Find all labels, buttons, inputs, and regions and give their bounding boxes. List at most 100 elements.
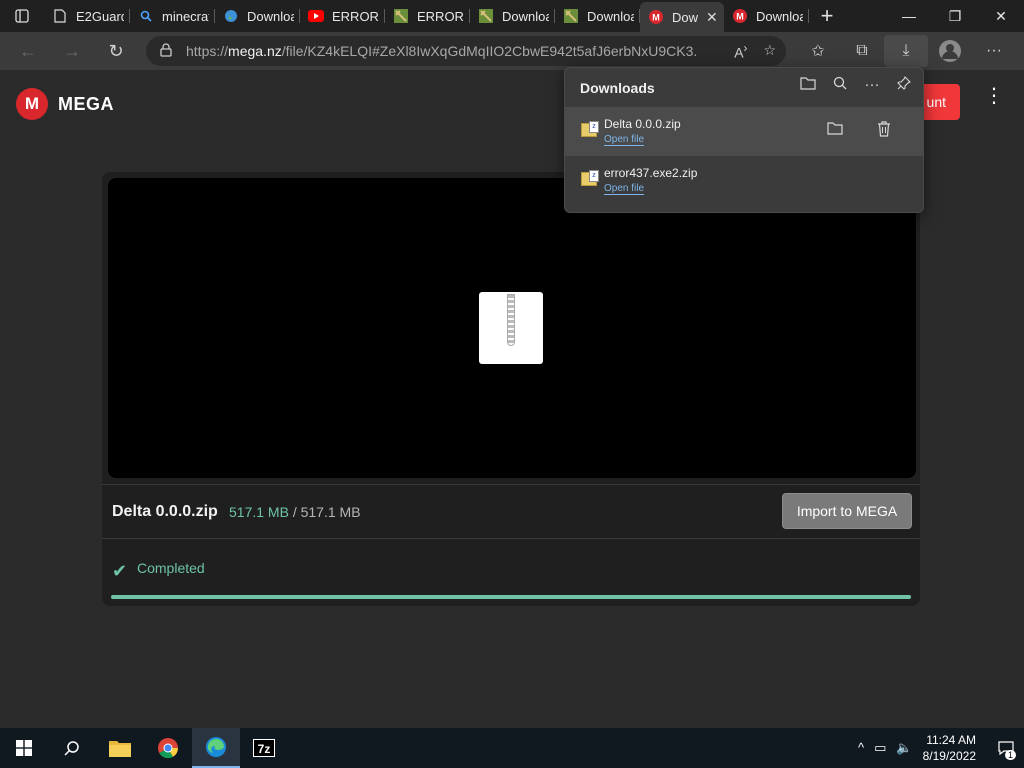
- clock-date: 8/19/2022: [922, 749, 976, 763]
- download-status-row: ✔ Completed: [102, 538, 920, 600]
- tab-title: Downloa: [502, 8, 549, 24]
- tab-title: Dow: [672, 9, 698, 25]
- search-icon: [64, 741, 79, 756]
- svg-text:M: M: [736, 12, 744, 22]
- browser-tab-active[interactable]: M Dow ✕: [640, 2, 724, 32]
- close-window-button[interactable]: ✕: [978, 0, 1024, 32]
- youtube-icon: [308, 8, 324, 24]
- document-icon: [52, 8, 68, 24]
- restore-button[interactable]: ❐: [932, 0, 978, 32]
- chrome-button[interactable]: [144, 728, 192, 768]
- browser-tab[interactable]: ERROR 4: [385, 0, 470, 32]
- tab-actions-button[interactable]: [0, 0, 44, 32]
- windows-icon: [16, 740, 32, 756]
- mega-logo-text: MEGA: [58, 93, 114, 114]
- tab-title: ERROR 4: [332, 8, 379, 24]
- chevron-up-icon[interactable]: ^: [858, 740, 864, 756]
- system-tray: ^ ▭ 🔈 11:24 AM 8/19/2022 1: [858, 728, 1024, 768]
- search-icon[interactable]: [831, 76, 849, 94]
- settings-menu-button[interactable]: ···: [972, 32, 1016, 70]
- refresh-button[interactable]: ↻: [94, 32, 138, 70]
- tab-title: Downloa: [756, 8, 803, 24]
- network-icon[interactable]: ▭: [874, 740, 886, 756]
- download-item[interactable]: Delta 0.0.0.zip Open file: [565, 107, 923, 156]
- favorites-button[interactable]: ✩: [796, 32, 840, 70]
- file-card: Delta 0.0.0.zip 517.1 MB / 517.1 MB Impo…: [102, 172, 920, 606]
- download-item[interactable]: error437.exe2.zip Open file: [565, 156, 923, 205]
- zip-file-icon: [581, 170, 599, 186]
- globe-icon: [223, 8, 239, 24]
- tab-actions-icon: [15, 9, 29, 23]
- file-explorer-button[interactable]: [96, 728, 144, 768]
- close-tab-icon[interactable]: ✕: [706, 9, 718, 26]
- browser-tab[interactable]: Downloa: [215, 0, 300, 32]
- plus-icon: +: [820, 3, 834, 28]
- more-horizontal-icon[interactable]: ···: [863, 76, 881, 94]
- open-folder-icon[interactable]: [799, 76, 817, 94]
- download-icon: ⤓: [902, 42, 910, 59]
- 7zip-icon: 7z: [253, 739, 275, 757]
- import-to-mega-button[interactable]: Import to MEGA: [782, 493, 912, 529]
- notification-count: 1: [1004, 750, 1016, 760]
- downloads-title: Downloads: [580, 80, 655, 96]
- browser-tab[interactable]: E2Guard: [44, 0, 130, 32]
- notifications-button[interactable]: 1: [988, 728, 1024, 768]
- search-button[interactable]: [48, 728, 96, 768]
- tab-strip: E2Guard minecraf Downloa ERROR 4 ERROR 4…: [0, 0, 1024, 32]
- tab-title: Downloa: [247, 8, 294, 24]
- browser-tab[interactable]: ERROR 4: [300, 0, 385, 32]
- download-status: Completed: [137, 560, 205, 576]
- svg-text:7z: 7z: [258, 742, 271, 756]
- url-text: https://mega.nz/file/KZ4kELQI#ZeXl8IwXqG…: [186, 43, 696, 59]
- download-file-name: error437.exe2.zip: [604, 166, 698, 180]
- refresh-icon: ↻: [108, 40, 124, 61]
- pin-icon[interactable]: [895, 76, 913, 94]
- volume-icon[interactable]: 🔈: [896, 740, 912, 756]
- downloads-button[interactable]: ⤓: [884, 35, 928, 67]
- checkmark-icon: ✔: [112, 561, 128, 581]
- address-bar[interactable]: https://mega.nz/file/KZ4kELQI#ZeXl8IwXqG…: [146, 36, 786, 66]
- start-button[interactable]: [0, 728, 48, 768]
- browser-tab[interactable]: M Downloa: [724, 0, 809, 32]
- open-file-link[interactable]: Open file: [604, 134, 645, 146]
- pickaxe-icon: [393, 8, 409, 24]
- edge-button[interactable]: [192, 728, 240, 768]
- mega-icon: M: [648, 9, 664, 25]
- lock-icon: [160, 42, 172, 60]
- edge-icon: [206, 737, 226, 757]
- total-size: 517.1 MB: [300, 504, 361, 520]
- pickaxe-icon: [563, 8, 579, 24]
- arrow-right-icon: →: [63, 40, 81, 61]
- window-controls: — ❐ ✕: [886, 0, 1024, 32]
- add-favorite-icon[interactable]: ☆: [763, 42, 776, 61]
- favorites-icon: ✩: [811, 43, 825, 60]
- tab-title: ERROR 4: [417, 8, 464, 24]
- read-aloud-icon[interactable]: A›: [734, 42, 747, 61]
- browser-tab[interactable]: Downloa: [470, 0, 555, 32]
- download-progress-bar: [111, 595, 911, 599]
- file-name: Delta 0.0.0.zip: [112, 503, 218, 520]
- collections-button[interactable]: ⧉: [840, 32, 884, 70]
- more-vertical-icon[interactable]: ⋮: [984, 86, 1004, 106]
- tab-title: minecraf: [162, 8, 209, 24]
- tab-title: E2Guard: [76, 8, 124, 24]
- new-tab-button[interactable]: +: [809, 0, 845, 32]
- minimize-button[interactable]: —: [886, 0, 932, 32]
- downloads-header: Downloads ···: [565, 68, 923, 106]
- delete-icon[interactable]: [877, 121, 891, 141]
- back-button[interactable]: ←: [6, 32, 50, 70]
- clock[interactable]: 11:24 AM 8/19/2022: [923, 732, 976, 764]
- clock-time: 11:24 AM: [926, 733, 976, 747]
- forward-button[interactable]: →: [50, 32, 94, 70]
- profile-button[interactable]: [928, 32, 972, 70]
- browser-toolbar: ← → ↻ https://mega.nz/file/KZ4kELQI#ZeXl…: [0, 32, 1024, 70]
- avatar: [939, 40, 961, 62]
- 7zip-button[interactable]: 7z: [240, 728, 288, 768]
- show-in-folder-icon[interactable]: [827, 121, 843, 139]
- browser-tab[interactable]: Downloa: [555, 0, 640, 32]
- mega-logo[interactable]: M MEGA: [16, 88, 114, 120]
- open-file-link[interactable]: Open file: [604, 183, 645, 195]
- browser-tab[interactable]: minecraf: [130, 0, 215, 32]
- arrow-left-icon: ←: [19, 40, 37, 61]
- size-separator: /: [292, 504, 297, 520]
